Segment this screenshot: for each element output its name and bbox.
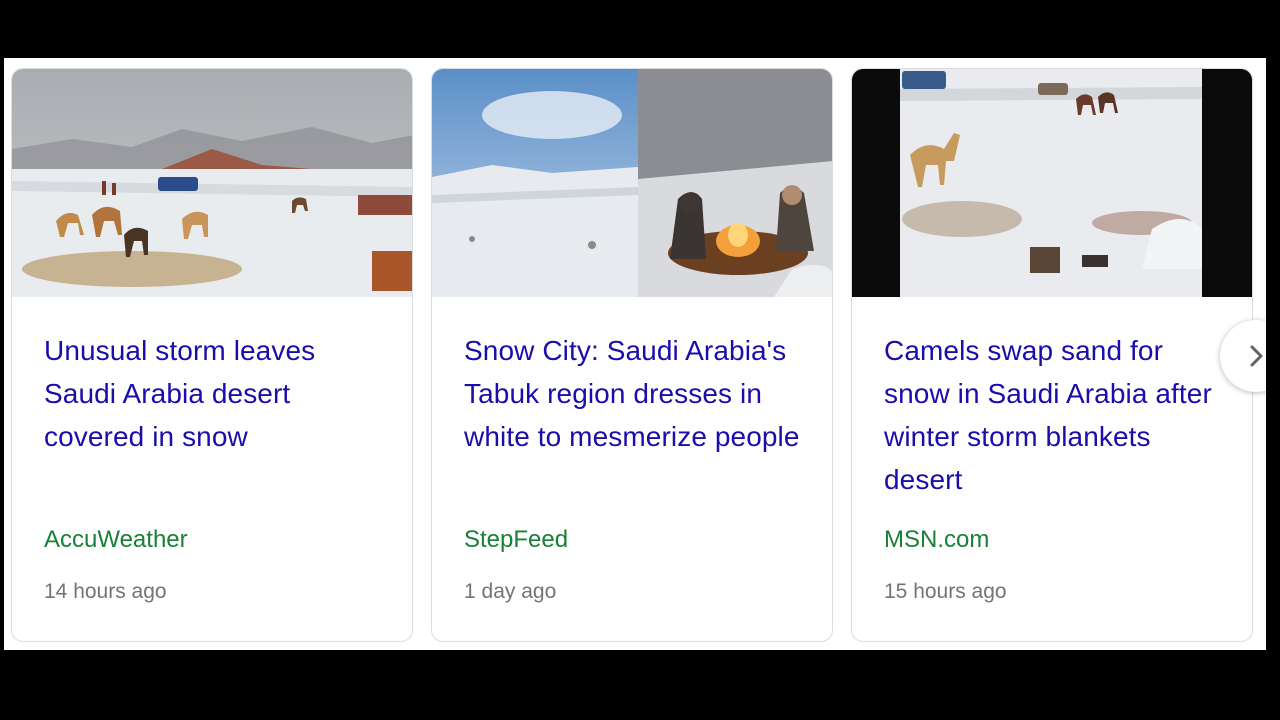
news-source: StepFeed xyxy=(464,526,569,553)
news-timestamp: 1 day ago xyxy=(464,580,557,603)
news-carousel: Unusual storm leaves Saudi Arabia desert… xyxy=(4,58,1266,650)
news-card[interactable]: Snow City: Saudi Arabia's Tabuk region d… xyxy=(431,68,833,642)
news-source: MSN.com xyxy=(884,526,990,553)
news-timestamp: 14 hours ago xyxy=(44,580,167,603)
news-thumbnail[interactable] xyxy=(852,69,1252,297)
chevron-right-icon xyxy=(1250,345,1263,367)
camels-in-snow-image xyxy=(852,69,1252,297)
news-headline[interactable]: Snow City: Saudi Arabia's Tabuk region d… xyxy=(464,329,809,458)
news-card[interactable]: Unusual storm leaves Saudi Arabia desert… xyxy=(11,68,413,642)
snowy-desert-camels-image xyxy=(12,69,412,297)
news-source: AccuWeather xyxy=(44,526,188,553)
news-thumbnail[interactable] xyxy=(432,69,832,297)
news-headline[interactable]: Unusual storm leaves Saudi Arabia desert… xyxy=(44,329,389,458)
news-headline[interactable]: Camels swap sand for snow in Saudi Arabi… xyxy=(884,329,1229,501)
news-timestamp: 15 hours ago xyxy=(884,580,1007,603)
news-card[interactable]: Camels swap sand for snow in Saudi Arabi… xyxy=(851,68,1253,642)
news-thumbnail[interactable] xyxy=(12,69,412,297)
snow-city-campfire-image xyxy=(432,69,832,297)
